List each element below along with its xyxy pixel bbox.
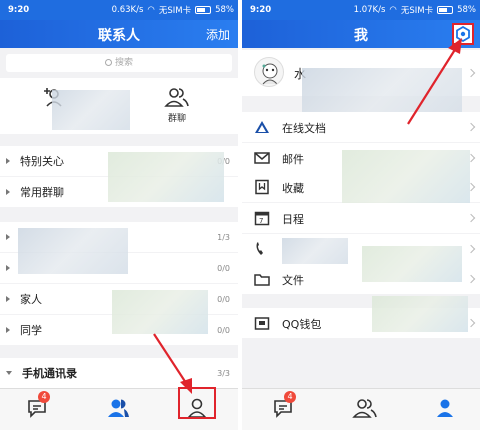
group-chat-button[interactable]: 群聊	[164, 86, 190, 124]
blurred-region	[52, 90, 130, 130]
menu-label: QQ钱包	[282, 318, 322, 331]
calendar-icon: 7	[254, 211, 270, 226]
chevron-right-icon	[6, 265, 10, 271]
group-label: 特别关心	[20, 155, 64, 168]
me-screen: 9:20 1.07K/s ◠ 无SIM卡 58% 我 水 在线文档 邮件 收藏	[242, 0, 480, 430]
folder-icon	[254, 274, 270, 286]
chevron-down-icon	[6, 371, 12, 375]
page-title: 我	[354, 28, 368, 44]
menu-label: 收藏	[282, 182, 304, 195]
chevron-right-icon	[466, 213, 476, 223]
search-icon	[104, 59, 112, 66]
blurred-region	[18, 228, 128, 274]
wifi-icon: ◠	[389, 5, 397, 15]
tab-contacts[interactable]	[106, 397, 130, 421]
status-bar: 9:20 1.07K/s ◠ 无SIM卡 58%	[242, 0, 480, 20]
battery-icon	[195, 6, 212, 14]
wallet-icon	[254, 317, 270, 330]
add-button[interactable]: 添加	[206, 26, 230, 43]
group-count: 1/3	[217, 232, 230, 242]
status-time: 9:20	[250, 5, 272, 15]
highlight-box	[178, 387, 216, 419]
chevron-right-icon	[6, 327, 10, 333]
search-input[interactable]: 搜索	[6, 54, 232, 72]
chevron-right-icon	[6, 296, 10, 302]
quick-actions: 群聊	[0, 78, 238, 134]
unread-badge: 4	[284, 391, 296, 403]
blurred-region	[342, 150, 470, 206]
chevron-right-icon	[6, 234, 10, 240]
page-title: 联系人	[98, 28, 140, 44]
group-label: 手机通讯录	[22, 367, 77, 380]
tab-bar: 4	[242, 388, 480, 430]
tab-messages[interactable]: 4	[272, 391, 296, 421]
no-sim-label: 无SIM卡	[158, 6, 192, 16]
blurred-region	[282, 238, 348, 264]
person-filled-icon	[437, 399, 453, 417]
contacts-filled-icon	[108, 399, 129, 417]
blurred-region	[362, 246, 462, 282]
tab-contacts[interactable]	[352, 397, 377, 421]
battery-icon	[437, 6, 454, 14]
menu-schedule[interactable]: 7 日程	[242, 203, 480, 233]
phone-icon	[256, 242, 263, 255]
group-chat-label: 群聊	[167, 114, 186, 124]
group-row-phone-contacts[interactable]: 手机通讯录 3/3	[0, 358, 238, 388]
chevron-right-icon	[6, 189, 10, 195]
avatar[interactable]	[254, 57, 284, 87]
menu-online-docs[interactable]: 在线文档	[242, 112, 480, 142]
tab-bar: 4	[0, 387, 238, 430]
network-speed: 1.07K/s	[353, 5, 386, 15]
svg-text:7: 7	[259, 217, 263, 225]
blurred-region	[372, 296, 468, 332]
chevron-right-icon	[466, 274, 476, 284]
group-icon	[164, 88, 189, 107]
group-count: 3/3	[217, 368, 230, 378]
group-icon	[352, 399, 377, 418]
group-label: 常用群聊	[20, 186, 64, 199]
group-label: 同学	[20, 324, 42, 337]
bookmark-icon	[255, 179, 269, 195]
mail-icon	[254, 152, 270, 164]
menu-label: 在线文档	[282, 122, 326, 135]
network-speed: 0.63K/s	[111, 5, 144, 15]
wifi-icon: ◠	[147, 5, 155, 15]
status-bar: 9:20 0.63K/s ◠ 无SIM卡 58%	[0, 0, 238, 20]
chevron-right-icon	[466, 122, 476, 132]
battery-level: 58%	[215, 5, 234, 15]
group-label: 家人	[20, 293, 42, 306]
status-time: 9:20	[8, 5, 30, 15]
chevron-right-icon	[466, 318, 476, 328]
unread-badge: 4	[38, 391, 50, 403]
menu-label: 文件	[282, 274, 304, 287]
no-sim-label: 无SIM卡	[400, 6, 434, 16]
cloud-doc-icon	[255, 121, 269, 133]
group-count: 0/0	[217, 263, 230, 273]
battery-level: 58%	[457, 5, 476, 15]
menu-label: 日程	[282, 213, 304, 226]
nav-bar: 联系人 添加	[0, 20, 238, 48]
tab-messages[interactable]: 4	[26, 391, 50, 421]
search-placeholder: 搜索	[114, 58, 133, 68]
tab-me[interactable]	[434, 397, 458, 421]
blurred-region	[108, 152, 224, 202]
menu-label: 邮件	[282, 153, 304, 166]
chevron-right-icon	[466, 68, 476, 78]
blurred-region	[112, 290, 208, 334]
group-count: 0/0	[217, 294, 230, 304]
settings-button[interactable]	[452, 23, 474, 45]
chevron-right-icon	[466, 244, 476, 254]
settings-hexagon-icon	[456, 25, 470, 43]
nav-bar: 我	[242, 20, 480, 48]
avatar-cartoon-icon	[262, 63, 278, 85]
contacts-screen: 9:20 0.63K/s ◠ 无SIM卡 58% 联系人 添加 搜索 群聊 特别…	[0, 0, 238, 430]
group-count: 0/0	[217, 325, 230, 335]
chevron-right-icon	[6, 158, 10, 164]
